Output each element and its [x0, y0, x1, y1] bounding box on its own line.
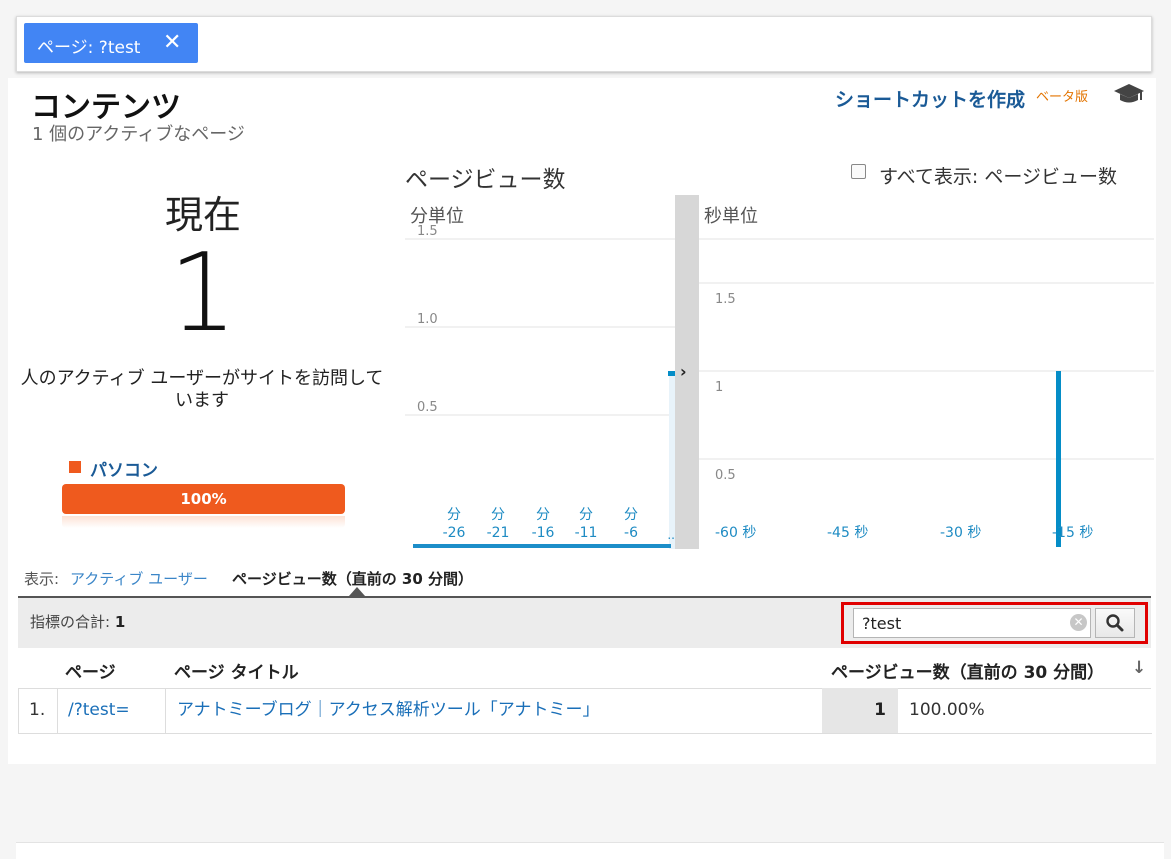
metrics-row: 指標の合計: 1 ✕ [18, 596, 1151, 650]
metrics-total-label: 指標の合計: [30, 613, 111, 631]
active-user-description-text: 人のアクティブ ユーザーがサイトを訪問しています [20, 368, 384, 411]
second-chart-head: 秒単位 [704, 206, 758, 227]
tab-pageviews[interactable]: ページビュー数（直前の 30 分間） [232, 568, 473, 589]
x-tick-label: -60 秒 [715, 525, 756, 541]
row-views: 1 [874, 700, 886, 720]
x-tick-label: -11 [575, 525, 598, 541]
page-subtitle: 1 個のアクティブなページ [32, 124, 245, 145]
x-tick-label: -21 [487, 525, 510, 541]
tab-caret-icon [349, 587, 365, 596]
filter-bar: ページ: ?test ✕ [16, 16, 1152, 72]
x-tick-label: 分 [447, 507, 461, 523]
bar [1056, 371, 1061, 547]
search-input[interactable] [853, 608, 1091, 638]
x-tick-label: -30 秒 [940, 525, 981, 541]
chart-title: ページビュー数 [405, 167, 566, 193]
x-tick-label: -15 秒 [1052, 525, 1093, 541]
search-icon [1106, 614, 1124, 632]
second-chart-svg: 1.5 1 0.5 -60 秒 -45 秒 -30 秒 -15 秒 [699, 238, 1154, 547]
search-button[interactable] [1095, 608, 1135, 638]
chevron-right-icon[interactable]: › [680, 362, 687, 381]
baseline [413, 544, 671, 548]
minute-chart-svg: 1.51.00.5分分分分分-26 -21 -16 -11 -6.. [405, 150, 675, 549]
x-tick-label: 分 [491, 507, 505, 523]
row-title-link[interactable]: アナトミーブログ｜アクセス解析ツール「アナトミー」 [177, 688, 599, 733]
table-header: ページ ページ タイトル ページビュー数（直前の 30 分間） ↓ [18, 648, 1151, 689]
filter-chip[interactable]: ページ: ?test ✕ [24, 23, 198, 63]
chart-divider [675, 195, 699, 549]
x-tick-label: -45 秒 [827, 525, 868, 541]
y-tick-label: 1.0 [417, 312, 438, 327]
content-card: コンテンツ 1 個のアクティブなページ ショートカットを作成 ベータ版 現在 1… [8, 78, 1164, 859]
device-percent-bar: 100% [62, 484, 345, 514]
row-separator [57, 688, 58, 733]
device-legend-swatch [69, 461, 81, 473]
clear-icon[interactable]: ✕ [1070, 614, 1087, 631]
x-tick-label: -6 [624, 525, 638, 541]
graduation-cap-icon[interactable] [1112, 80, 1146, 108]
metrics-total: 指標の合計: 1 [30, 611, 125, 632]
minute-chart: 1.5 1.0 0.5 分分分分分 -26 -21 -16 -11 -6.. 分単位 [405, 150, 675, 549]
y-tick-label: 0.5 [715, 468, 736, 483]
y-tick-label: 1 [715, 380, 723, 395]
active-user-description: 人のアクティブ ユーザーがサイトを訪問しています [18, 368, 386, 412]
show-label: 表示: [24, 570, 60, 588]
minute-chart-head: 分単位 [410, 206, 464, 227]
column-header-pageviews[interactable]: ページビュー数（直前の 30 分間） [831, 658, 1104, 683]
bar [668, 371, 675, 376]
x-tick-label: -16 [532, 525, 555, 541]
filter-chip-label: ページ: ?test [37, 38, 141, 58]
row-percent: 100.00% [909, 700, 985, 720]
x-tick-label: 分 [624, 507, 638, 523]
table-row: 1. /?test= アナトミーブログ｜アクセス解析ツール「アナトミー」 1 1… [18, 688, 1152, 734]
column-header-page[interactable]: ページ [65, 658, 116, 683]
show-all-label[interactable]: すべて表示: ページビュー数 [879, 162, 1117, 189]
card-footer [16, 842, 1164, 859]
x-tick-label: -26 [443, 525, 466, 541]
row-index: 1. [29, 700, 46, 720]
active-user-count: 1 [168, 231, 238, 356]
show-all-checkbox[interactable] [851, 164, 866, 179]
metrics-total-value: 1 [114, 613, 126, 631]
tab-active-users[interactable]: アクティブ ユーザー [70, 568, 208, 589]
device-label[interactable]: パソコン [90, 456, 158, 481]
row-separator [165, 688, 166, 733]
close-icon[interactable]: ✕ [163, 30, 181, 55]
x-tick-label: 分 [579, 507, 593, 523]
device-bar-reflection [62, 516, 345, 528]
second-chart: 1.5 1 0.5 -60 秒 -45 秒 -30 秒 -15 秒 秒単位 [699, 195, 1154, 549]
y-tick-label: 0.5 [417, 400, 438, 415]
beta-badge: ベータ版 [1036, 90, 1089, 105]
column-header-page-title[interactable]: ページ タイトル [174, 658, 299, 683]
row-page-link[interactable]: /?test= [68, 688, 130, 733]
sort-down-icon[interactable]: ↓ [1132, 658, 1146, 678]
y-tick-label: 1.5 [715, 292, 736, 307]
x-tick-label: 分 [536, 507, 550, 523]
x-tick-label: .. [667, 528, 675, 542]
create-shortcut-link[interactable]: ショートカットを作成 [835, 85, 1025, 112]
